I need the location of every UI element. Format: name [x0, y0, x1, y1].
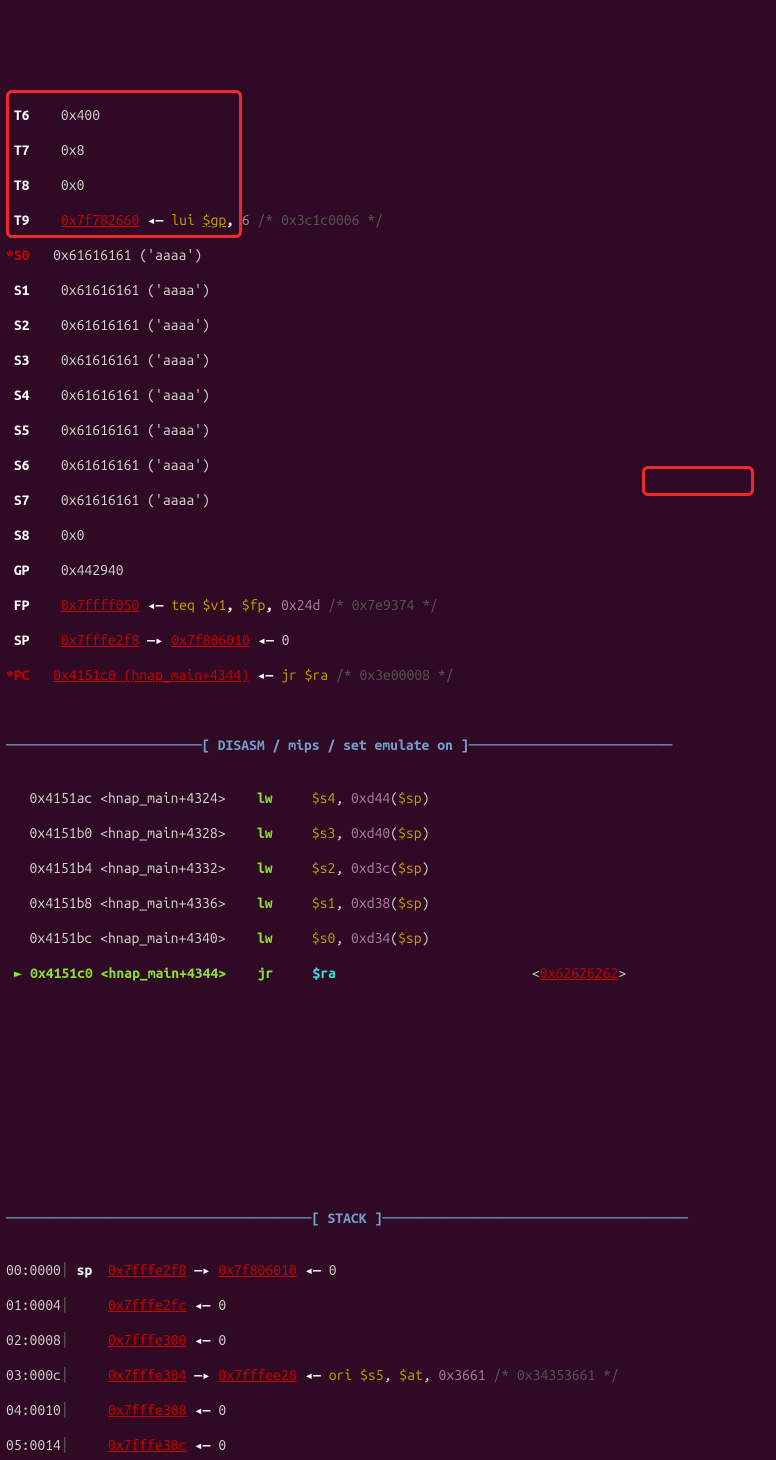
reg-t8: T8 0x0	[6, 177, 770, 195]
disasm-line-1: 0x4151b0 <hnap_main+4328> lw $s3, 0xd40(…	[6, 825, 770, 843]
reg-s6: S6 0x61616161 ('aaaa')	[6, 457, 770, 475]
reg-gp: GP 0x442940	[6, 562, 770, 580]
reg-s0: *S0 0x61616161 ('aaaa')	[6, 247, 770, 265]
reg-t9: T9 0x7f782660 ◂— lui $gp, 6 /* 0x3c1c000…	[6, 212, 770, 230]
disasm-line-5: ► 0x4151c0 <hnap_main+4344> jr $ra <0x62…	[6, 965, 770, 983]
blank-5	[6, 1140, 770, 1158]
stack-0: 00:0000│ sp 0x7fffe2f8 —▸ 0x7f806010 ◂— …	[6, 1262, 770, 1280]
reg-s7: S7 0x61616161 ('aaaa')	[6, 492, 770, 510]
blank-1	[6, 1000, 770, 1018]
reg-sp: SP 0x7fffe2f8 —▸ 0x7f806010 ◂— 0	[6, 632, 770, 650]
disasm-line-0: 0x4151ac <hnap_main+4324> lw $s4, 0xd44(…	[6, 790, 770, 808]
reg-fp: FP 0x7ffff050 ◂— teq $v1, $fp, 0x24d /* …	[6, 597, 770, 615]
blank-4	[6, 1105, 770, 1123]
reg-pc: *PC 0x4151c0 (hnap_main+4344) ◂— jr $ra …	[6, 667, 770, 685]
disasm-header: ─────────────────────────[ DISASM / mips…	[6, 737, 770, 755]
stack-4: 04:0010│ 0x7fffe308 ◂— 0	[6, 1402, 770, 1420]
reg-s3: S3 0x61616161 ('aaaa')	[6, 352, 770, 370]
stack-1: 01:0004│ 0x7fffe2fc ◂— 0	[6, 1297, 770, 1315]
stack-3: 03:000c│ 0x7fffe304 —▸ 0x7fffee28 ◂— ori…	[6, 1367, 770, 1385]
stack-5: 05:0014│ 0x7fffe30c ◂— 0	[6, 1437, 770, 1455]
stack-2: 02:0008│ 0x7fffe300 ◂— 0	[6, 1332, 770, 1350]
reg-t6: T6 0x400	[6, 107, 770, 125]
reg-s2: S2 0x61616161 ('aaaa')	[6, 317, 770, 335]
blank-3	[6, 1070, 770, 1088]
reg-s4: S4 0x61616161 ('aaaa')	[6, 387, 770, 405]
disasm-line-3: 0x4151b8 <hnap_main+4336> lw $s1, 0xd38(…	[6, 895, 770, 913]
reg-s1: S1 0x61616161 ('aaaa')	[6, 282, 770, 300]
disasm-line-4: 0x4151bc <hnap_main+4340> lw $s0, 0xd34(…	[6, 930, 770, 948]
disasm-line-2: 0x4151b4 <hnap_main+4332> lw $s2, 0xd3c(…	[6, 860, 770, 878]
reg-s5: S5 0x61616161 ('aaaa')	[6, 422, 770, 440]
reg-s8: S8 0x0	[6, 527, 770, 545]
blank-2	[6, 1035, 770, 1053]
stack-header: ───────────────────────────────────────[…	[6, 1210, 770, 1228]
reg-t7: T7 0x8	[6, 142, 770, 160]
